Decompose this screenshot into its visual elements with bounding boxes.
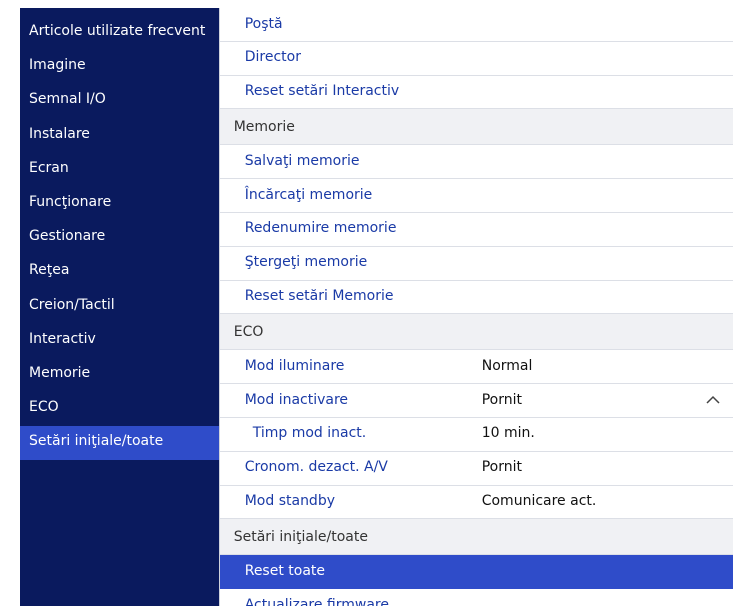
setting-value: Pornit [481,391,522,408]
setting-value: 10 min. [481,425,535,442]
menu-item-label: Ştergeţi memorie [244,254,368,271]
menu-item-cronom-dezact[interactable]: Cronom. dezact. A/V Pornit [219,452,733,486]
sidebar-item-frequent[interactable]: Articole utilizate frecvent [20,16,219,50]
section-header-setari: Setări iniţiale/toate [219,519,733,556]
menu-item-label: Mod inactivare [244,391,349,408]
sidebar-item-retea[interactable]: Reţea [20,255,219,289]
menu-item-label: Mod standby [244,493,335,510]
setting-value: Pornit [481,459,522,476]
menu-item-label: Director [244,49,301,66]
sidebar-item-gestionare[interactable]: Gestionare [20,221,219,255]
setting-value: Comunicare act. [481,493,597,510]
menu-item-incarcati-memorie[interactable]: Încărcaţi memorie [219,179,733,213]
menu-item-label: Mod iluminare [244,357,345,374]
sidebar-item-imagine[interactable]: Imagine [20,50,219,84]
menu-item-label: Poştă [244,15,283,32]
sidebar-item-ecran[interactable]: Ecran [20,153,219,187]
menu-item-label: Actualizare firmware [244,596,389,606]
menu-item-stergeti-memorie[interactable]: Ştergeţi memorie [219,247,733,281]
menu-item-salvati-memorie[interactable]: Salvaţi memorie [219,145,733,180]
sidebar: Articole utilizate frecvent Imagine Semn… [20,8,219,606]
menu-item-label: Salvaţi memorie [244,152,360,169]
menu-item-label: Timp mod inact. [252,425,367,442]
menu-item-reset-interactiv[interactable]: Reset setări Interactiv [219,76,733,110]
section-header-eco: ECO [219,314,733,351]
sidebar-item-functionare[interactable]: Funcţionare [20,187,219,221]
menu-item-mod-inactivare[interactable]: Mod inactivare Pornit [219,384,733,418]
sidebar-item-memorie[interactable]: Memorie [20,358,219,392]
chevron-up-icon[interactable] [693,384,733,418]
menu-item-actualizare-firmware[interactable]: Actualizare firmware [220,589,733,606]
section-header-memorie: Memorie [219,109,733,146]
menu-item-mod-standby[interactable]: Mod standby Comunicare act. [219,486,733,520]
sidebar-item-eco[interactable]: ECO [20,392,219,426]
sidebar-item-setari-initiale[interactable]: Setări iniţiale/toate [20,426,219,461]
menu-item-timp-mod-inact[interactable]: Timp mod inact. 10 min. [219,418,733,452]
sidebar-item-creion-tactil[interactable]: Creion/Tactil [20,290,219,324]
menu-item-posta[interactable]: Poştă [219,8,733,42]
sidebar-item-interactiv[interactable]: Interactiv [20,324,219,358]
sidebar-item-semnal-io[interactable]: Semnal I/O [20,84,219,118]
menu-item-director[interactable]: Director [219,42,733,76]
sidebar-item-instalare[interactable]: Instalare [20,119,219,153]
menu-item-label: Reset setări Memorie [244,288,394,305]
setting-value: Normal [481,357,533,374]
menu-item-label: Reset setări Interactiv [244,83,400,100]
menu-item-label: Redenumire memorie [244,220,397,237]
projector-menu: Articole utilizate frecvent Imagine Semn… [20,8,733,606]
menu-item-redenumire-memorie[interactable]: Redenumire memorie [219,213,733,247]
menu-item-reset-memorie[interactable]: Reset setări Memorie [219,281,733,315]
menu-item-reset-toate[interactable]: Reset toate [219,555,733,590]
menu-item-mod-iluminare[interactable]: Mod iluminare Normal [219,350,733,385]
menu-item-label: Reset toate [244,562,326,579]
settings-panel: Poştă Director Reset setări Interactiv M… [218,8,733,606]
menu-item-label: Încărcaţi memorie [244,186,373,203]
menu-item-label: Cronom. dezact. A/V [244,459,388,476]
